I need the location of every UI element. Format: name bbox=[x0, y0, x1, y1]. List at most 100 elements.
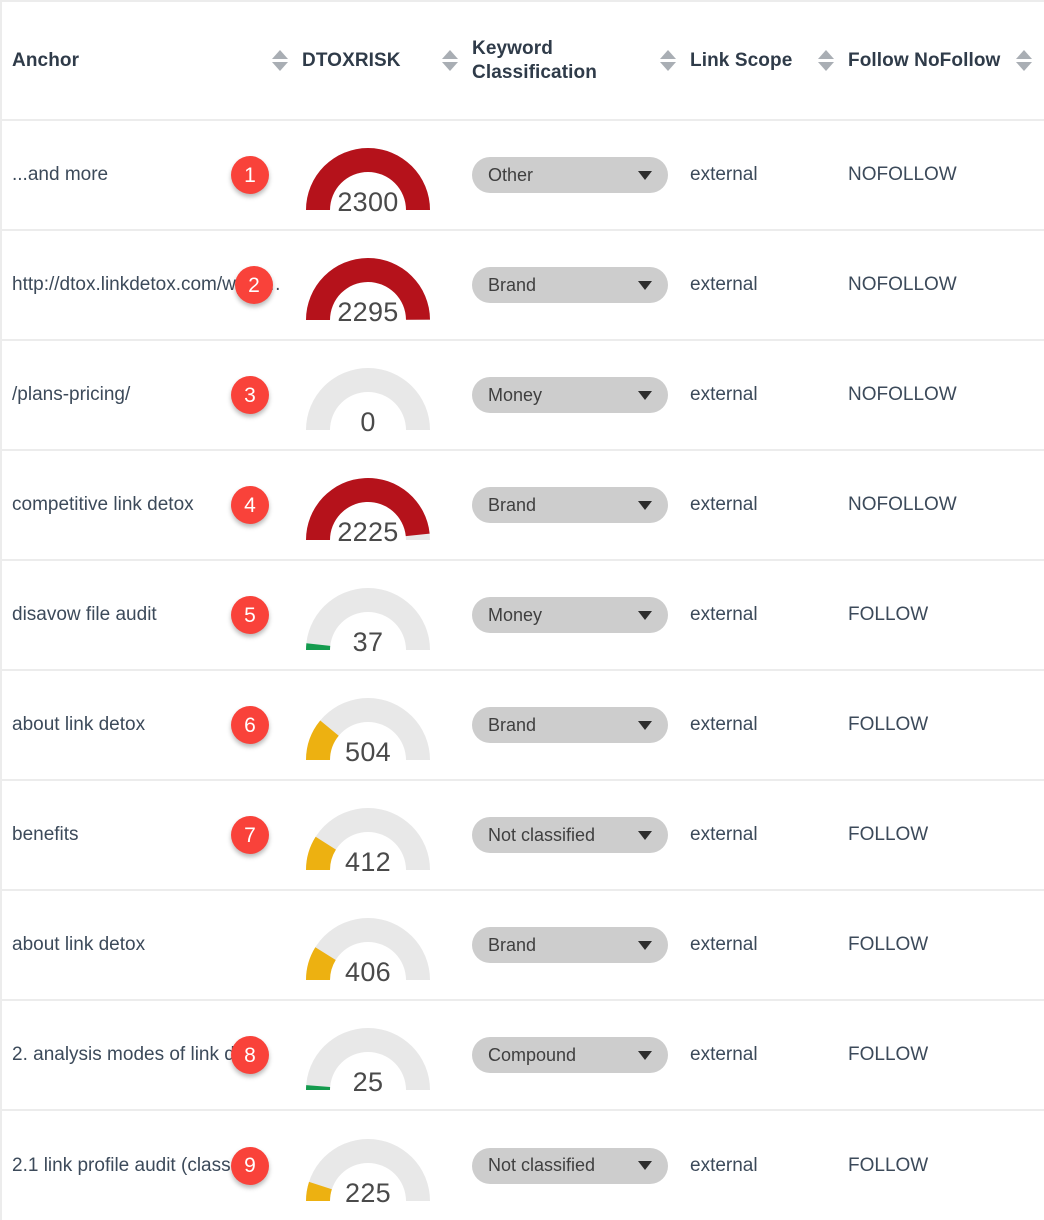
chevron-down-icon bbox=[638, 500, 652, 510]
keyword-classification-dropdown[interactable]: Money bbox=[472, 377, 668, 413]
keyword-classification-value: Not classified bbox=[488, 824, 596, 845]
cell-link-scope: external bbox=[690, 340, 848, 451]
cell-follow-nofollow: NOFOLLOW bbox=[848, 450, 1044, 561]
sort-arrows-icon[interactable] bbox=[818, 50, 834, 71]
table-row[interactable]: /plans-pricing/3 0 Money external NOFOLLOW bbox=[2, 340, 1044, 451]
dtoxrisk-value: 406 bbox=[345, 957, 391, 987]
dtox-anchors-table-container: Anchor DTOXRISK Keyword Classification L… bbox=[0, 0, 1044, 1220]
row-number-badge[interactable]: 5 bbox=[231, 596, 269, 634]
cell-keyword-classification: Not classified bbox=[472, 1110, 690, 1220]
sort-arrows-icon[interactable] bbox=[442, 50, 458, 71]
cell-anchor: about link detox bbox=[2, 890, 302, 1001]
keyword-classification-dropdown[interactable]: Brand bbox=[472, 267, 668, 303]
keyword-classification-dropdown[interactable]: Compound bbox=[472, 1037, 668, 1073]
table-header: Anchor DTOXRISK Keyword Classification L… bbox=[2, 2, 1044, 121]
chevron-down-icon bbox=[638, 830, 652, 840]
keyword-classification-dropdown[interactable]: Brand bbox=[472, 707, 668, 743]
table-header-row: Anchor DTOXRISK Keyword Classification L… bbox=[2, 2, 1044, 121]
keyword-classification-value: Brand bbox=[488, 934, 537, 955]
dtoxrisk-gauge: 2300 bbox=[302, 136, 434, 216]
keyword-classification-dropdown[interactable]: Brand bbox=[472, 927, 668, 963]
cell-dtoxrisk: 406 bbox=[302, 890, 472, 1001]
table-row[interactable]: ...and more 1 2300 Other external NOFOLLOW bbox=[2, 120, 1044, 231]
dtoxrisk-value: 225 bbox=[345, 1177, 391, 1208]
table-row[interactable]: 2.1 link profile audit (class… 9 225 Not cl… bbox=[2, 1110, 1044, 1220]
keyword-classification-dropdown[interactable]: Not classified bbox=[472, 817, 668, 853]
cell-keyword-classification: Brand bbox=[472, 230, 690, 341]
sort-arrows-icon[interactable] bbox=[1016, 50, 1032, 71]
keyword-classification-value: Not classified bbox=[488, 1155, 596, 1175]
cell-follow-nofollow: FOLLOW bbox=[848, 1000, 1044, 1111]
keyword-classification-dropdown[interactable]: Brand bbox=[472, 487, 668, 523]
cell-dtoxrisk: 25 bbox=[302, 1000, 472, 1111]
chevron-down-icon bbox=[638, 1050, 652, 1060]
table-row[interactable]: about link detox 406 Brand external FOLLOW bbox=[2, 890, 1044, 1001]
sort-arrows-icon[interactable] bbox=[660, 50, 676, 71]
column-header-link-scope[interactable]: Link Scope bbox=[690, 2, 848, 121]
dtoxrisk-value: 25 bbox=[352, 1067, 384, 1097]
anchor-text: about link detox bbox=[12, 934, 146, 955]
table-row[interactable]: disavow file audit 5 37 Money external FOLLOW bbox=[2, 560, 1044, 671]
row-number-badge[interactable]: 9 bbox=[231, 1146, 269, 1185]
row-number-badge[interactable]: 7 bbox=[231, 816, 269, 854]
cell-dtoxrisk: 2300 bbox=[302, 120, 472, 231]
dtoxrisk-gauge: 2225 bbox=[302, 466, 434, 546]
table-row[interactable]: 2. analysis modes of link d… 8 25 Compound e… bbox=[2, 1000, 1044, 1111]
keyword-classification-dropdown[interactable]: Money bbox=[472, 597, 668, 633]
cell-follow-nofollow: FOLLOW bbox=[848, 780, 1044, 891]
cell-keyword-classification: Not classified bbox=[472, 780, 690, 891]
cell-dtoxrisk: 412 bbox=[302, 780, 472, 891]
column-header-anchor[interactable]: Anchor bbox=[2, 2, 302, 121]
cell-anchor: 2. analysis modes of link d… 8 bbox=[2, 1000, 302, 1111]
keyword-classification-value: Money bbox=[488, 384, 543, 405]
column-header-dtoxrisk-label: DTOXRISK bbox=[302, 49, 401, 71]
table-row[interactable]: competitive link detox 4 2225 Brand external… bbox=[2, 450, 1044, 561]
cell-follow-nofollow: FOLLOW bbox=[848, 890, 1044, 1001]
cell-link-scope: external bbox=[690, 780, 848, 891]
cell-link-scope: external bbox=[690, 450, 848, 561]
dtoxrisk-gauge: 504 bbox=[302, 686, 434, 766]
cell-follow-nofollow: NOFOLLOW bbox=[848, 120, 1044, 231]
column-header-anchor-label: Anchor bbox=[12, 49, 80, 71]
anchors-table: Anchor DTOXRISK Keyword Classification L… bbox=[2, 2, 1044, 1220]
chevron-down-icon bbox=[638, 170, 652, 180]
keyword-classification-value: Brand bbox=[488, 494, 537, 515]
cell-link-scope: external bbox=[690, 1000, 848, 1111]
cell-anchor: competitive link detox 4 bbox=[2, 450, 302, 561]
chevron-down-icon bbox=[638, 940, 652, 950]
keyword-classification-dropdown[interactable]: Not classified bbox=[472, 1147, 668, 1184]
keyword-classification-dropdown[interactable]: Other bbox=[472, 157, 668, 193]
cell-anchor: http://dtox.linkdetox.com/wp-c… 2 bbox=[2, 230, 302, 341]
dtoxrisk-gauge: 37 bbox=[302, 576, 434, 657]
table-row[interactable]: about link detox 6 504 Brand external FOLLOW bbox=[2, 670, 1044, 781]
row-number-badge[interactable]: 6 bbox=[231, 706, 269, 744]
row-number-badge[interactable]: 8 bbox=[231, 1036, 269, 1074]
chevron-down-icon bbox=[638, 390, 652, 400]
column-header-keyword-classification-label: Keyword Classification bbox=[472, 37, 597, 83]
dtoxrisk-gauge: 25 bbox=[302, 1016, 434, 1097]
column-header-keyword-classification[interactable]: Keyword Classification bbox=[472, 2, 690, 121]
row-number-badge[interactable]: 1 bbox=[231, 156, 269, 194]
sort-arrows-icon[interactable] bbox=[272, 50, 288, 71]
cell-keyword-classification: Other bbox=[472, 120, 690, 231]
cell-keyword-classification: Money bbox=[472, 560, 690, 671]
cell-anchor: benefits 7 bbox=[2, 780, 302, 891]
cell-dtoxrisk: 2295 bbox=[302, 230, 472, 341]
row-number-badge[interactable]: 4 bbox=[231, 486, 269, 524]
table-row[interactable]: benefits 7 412 Not classified external FOLLOW bbox=[2, 780, 1044, 891]
cell-link-scope: external bbox=[690, 120, 848, 231]
dtoxrisk-gauge: 225 bbox=[302, 1127, 434, 1208]
table-row[interactable]: http://dtox.linkdetox.com/wp-c… 2 2295 Bran… bbox=[2, 230, 1044, 341]
dtoxrisk-gauge: 0 bbox=[302, 356, 434, 436]
dtoxrisk-value: 37 bbox=[352, 627, 384, 657]
row-number-badge[interactable]: 2 bbox=[235, 266, 273, 304]
column-header-follow-nofollow[interactable]: Follow NoFollow bbox=[848, 2, 1044, 121]
cell-follow-nofollow: FOLLOW bbox=[848, 670, 1044, 781]
cell-dtoxrisk: 225 bbox=[302, 1110, 472, 1220]
cell-link-scope: external bbox=[690, 1110, 848, 1220]
cell-anchor: 2.1 link profile audit (class… 9 bbox=[2, 1110, 302, 1220]
row-number-badge[interactable]: 3 bbox=[231, 376, 269, 414]
cell-dtoxrisk: 504 bbox=[302, 670, 472, 781]
column-header-follow-nofollow-label: Follow NoFollow bbox=[848, 49, 1001, 71]
column-header-dtoxrisk[interactable]: DTOXRISK bbox=[302, 2, 472, 121]
